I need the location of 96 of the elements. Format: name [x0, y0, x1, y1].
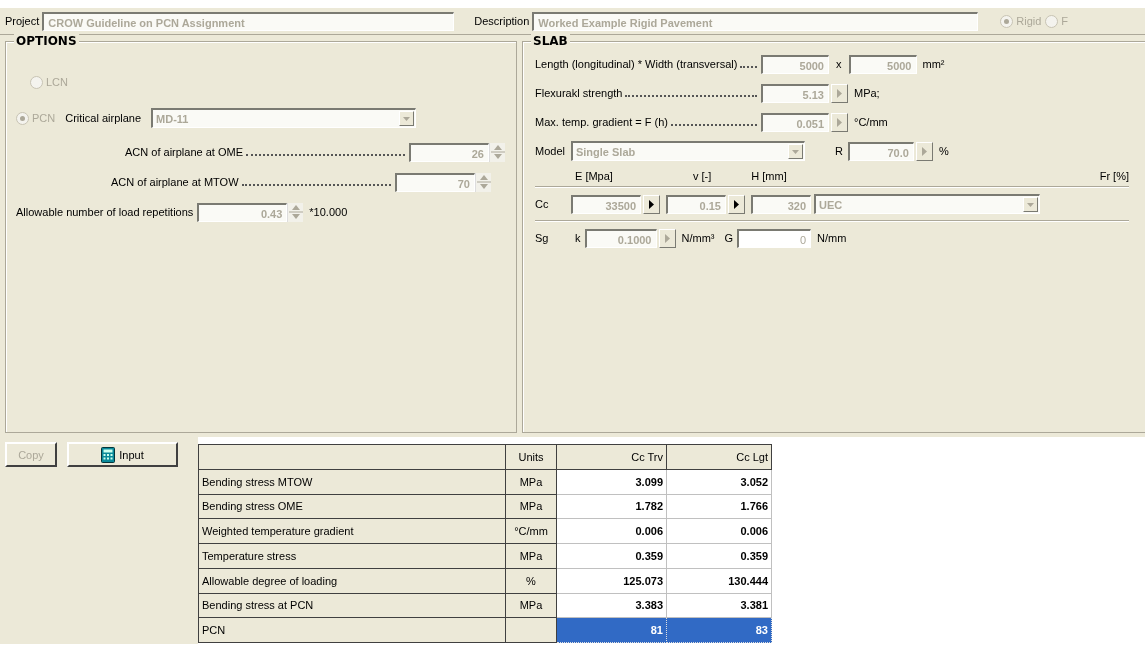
- label: Project: [5, 15, 40, 27]
- input-field[interactable]: 0: [737, 228, 812, 248]
- step-button[interactable]: [728, 194, 745, 214]
- label: Sg: [535, 232, 550, 244]
- label: Allowable number of load repetitions: [16, 206, 194, 218]
- up-down-arrows-icon: [476, 173, 491, 191]
- table-cell: 0.359: [556, 543, 667, 569]
- input-field[interactable]: 0.15: [666, 194, 726, 214]
- label: x: [836, 58, 842, 70]
- table-cell: 3.383: [556, 593, 667, 618]
- label: mm²: [922, 58, 945, 70]
- dropdown-value: MD-11: [155, 112, 190, 125]
- caret-icon: [649, 199, 654, 209]
- project-field[interactable]: CROW Guideline on PCN Assignment: [42, 11, 455, 31]
- label: °C/mm: [854, 116, 888, 128]
- dropdown-button[interactable]: [1023, 197, 1038, 212]
- row-header: Bending stress MTOW: [198, 469, 506, 494]
- row-header: Bending stress at PCN: [198, 593, 506, 618]
- table-cell: 1.782: [556, 494, 667, 519]
- label: ACN of airplane at OME: [125, 146, 243, 158]
- table-cell: 125.073: [556, 568, 667, 593]
- input-field[interactable]: 5000: [761, 54, 829, 74]
- input-field[interactable]: 5.13: [761, 83, 829, 103]
- input-field[interactable]: 26: [409, 142, 489, 162]
- label: k: [575, 232, 581, 244]
- label: MPa;: [854, 87, 880, 99]
- row-header: PCN: [198, 617, 506, 643]
- table-cell: 1.766: [666, 494, 772, 519]
- table-cell: 3.099: [556, 469, 667, 494]
- table-cell: 83: [666, 617, 772, 643]
- dropdown[interactable]: Single Slab: [570, 141, 805, 161]
- radio-button[interactable]: LCN: [30, 75, 68, 89]
- row-header: Temperature stress: [198, 543, 506, 569]
- label: Length (longitudinal) * Width (transversal): [535, 58, 738, 70]
- column-header: Fr [%]: [1099, 170, 1129, 182]
- caret-icon: [734, 199, 739, 209]
- radio-button[interactable]: Rigid: [1000, 14, 1042, 28]
- caret-icon: [837, 88, 842, 98]
- column-header: Units: [505, 444, 557, 470]
- input-field[interactable]: 320: [751, 194, 811, 214]
- input-field[interactable]: 0.1000: [584, 228, 657, 248]
- caret-icon: [403, 116, 411, 121]
- description-field[interactable]: Worked Example Rigid Pavement: [532, 11, 979, 31]
- caret-icon: [664, 233, 670, 243]
- table-cell: 0.359: [666, 543, 772, 569]
- caret-icon: [791, 149, 799, 154]
- row-header: Allowable degree of loading: [198, 568, 506, 593]
- column-header: E [Mpa]: [575, 170, 613, 182]
- panel-title: SLAB: [531, 34, 570, 48]
- caret-icon: [1027, 202, 1034, 207]
- column-header: H [mm]: [751, 170, 787, 182]
- label: N/mm³: [681, 232, 715, 244]
- input-field[interactable]: 0.43: [197, 202, 288, 222]
- dropdown-button[interactable]: [399, 111, 415, 126]
- input-field[interactable]: 0.051: [761, 112, 829, 132]
- radio-button[interactable]: PCN: [16, 111, 56, 125]
- label: G: [724, 232, 734, 244]
- calculator-icon: [101, 446, 116, 463]
- step-button[interactable]: [643, 194, 660, 214]
- dropdown[interactable]: UEC: [814, 194, 1040, 214]
- column-header: Cc Lgt: [666, 444, 772, 470]
- dropdown-value: UEC: [818, 198, 844, 211]
- label: Model: [535, 145, 565, 157]
- label: %: [938, 145, 949, 157]
- input-field[interactable]: 5000: [848, 54, 917, 74]
- up-down-arrows-icon: [288, 203, 303, 221]
- table-cell: 0.006: [666, 518, 772, 544]
- label: Description: [474, 15, 530, 27]
- label: Cc: [535, 198, 550, 210]
- table-cell: 81: [556, 617, 667, 643]
- label: *10.000: [309, 206, 348, 218]
- table-cell: 0.006: [556, 518, 667, 544]
- input-field[interactable]: 70.0: [847, 141, 914, 161]
- row-header: Weighted temperature gradient: [198, 518, 506, 544]
- dropdown-value: Single Slab: [574, 145, 637, 158]
- label: Critical airplane: [65, 112, 142, 124]
- input-field[interactable]: 33500: [571, 194, 641, 214]
- table-cell: 130.444: [666, 568, 772, 593]
- dropdown-button[interactable]: [787, 144, 803, 159]
- label: N/mm: [817, 232, 847, 244]
- caret-icon: [921, 146, 927, 156]
- row-header: Bending stress OME: [198, 494, 506, 519]
- up-down-arrows-icon: [490, 143, 505, 161]
- table-cell: 3.052: [666, 469, 772, 494]
- label: R: [834, 145, 843, 157]
- label: Max. temp. gradient = F (h): [535, 116, 668, 128]
- input-button[interactable]: Input: [67, 442, 178, 467]
- caret-icon: [837, 117, 842, 127]
- table-cell: 3.381: [666, 593, 772, 618]
- column-header: Cc Trv: [556, 444, 667, 470]
- input-field[interactable]: 70: [395, 172, 475, 192]
- label: ACN of airplane at MTOW: [111, 176, 239, 188]
- label: Flexurakl strength: [535, 87, 623, 99]
- dropdown[interactable]: MD-11: [151, 108, 417, 128]
- column-header: v [-]: [692, 170, 712, 182]
- panel-title: OPTIONS: [14, 34, 79, 48]
